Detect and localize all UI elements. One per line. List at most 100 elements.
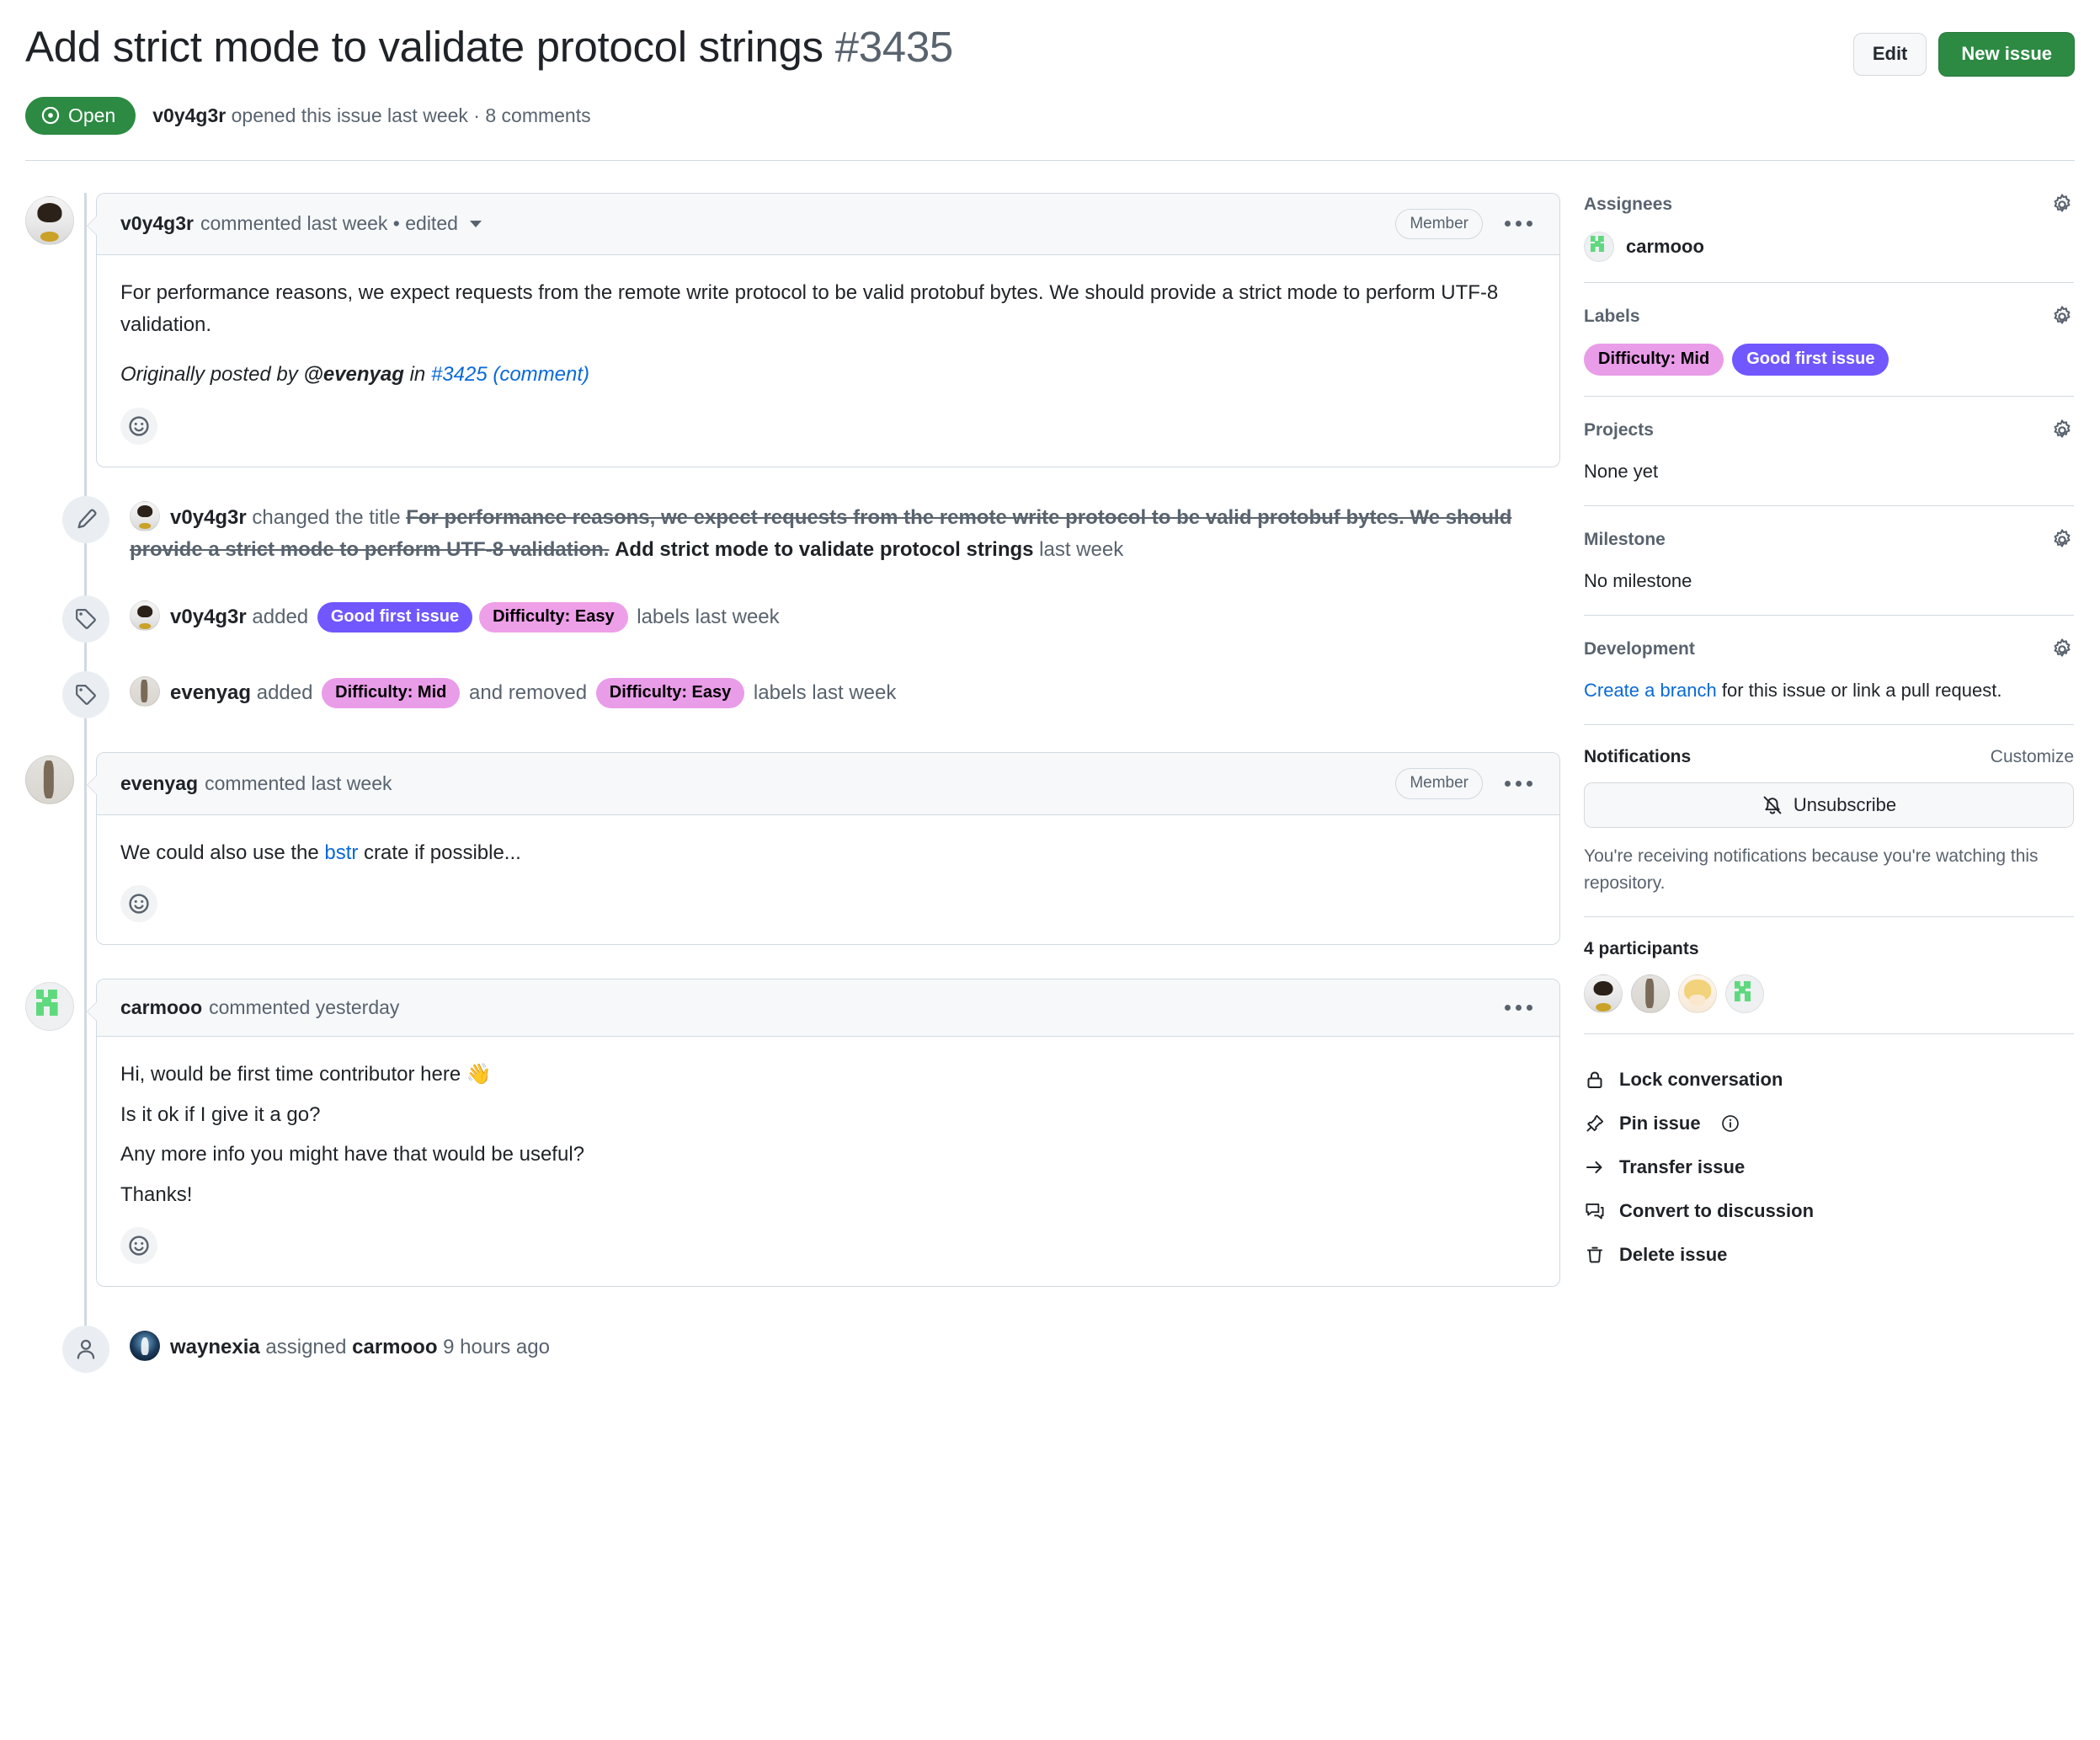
issue-title-text: Add strict mode to validate protocol str…	[25, 23, 823, 71]
comment-author[interactable]: evenyag	[120, 772, 198, 795]
gear-glyph	[2054, 528, 2071, 547]
label-chip[interactable]: Difficulty: Mid	[1584, 343, 1724, 376]
label-chip[interactable]: Difficulty: Easy	[595, 678, 745, 709]
sidebar-section-header: Projects	[1584, 419, 2074, 442]
participants-title: 4 participants	[1584, 939, 1699, 959]
header-buttons: Edit New issue	[1852, 20, 2075, 77]
label-chip[interactable]: Difficulty: Easy	[479, 602, 628, 633]
avatar[interactable]	[130, 500, 160, 531]
comment-menu-icon[interactable]	[1501, 776, 1536, 792]
trash-glyph	[1586, 1247, 1603, 1263]
avatar[interactable]	[130, 676, 160, 707]
delete-issue-action[interactable]: Delete issue	[1584, 1233, 2074, 1277]
avatar[interactable]	[130, 600, 160, 632]
label-chip[interactable]: Good first issue	[317, 602, 473, 633]
lock-conversation-action[interactable]: Lock conversation	[1584, 1058, 2074, 1102]
create-branch-link[interactable]: Create a branch	[1584, 680, 1717, 701]
origin-user[interactable]: @evenyag	[303, 363, 403, 386]
avatar[interactable]	[1631, 974, 1670, 1014]
avatar[interactable]	[1584, 974, 1623, 1014]
comment-box: carmooo commented yesterday Hi, would be…	[87, 979, 1560, 1288]
event-verb-added: added	[251, 681, 319, 705]
event-actor[interactable]: waynexia	[170, 1336, 260, 1358]
discussion-glyph	[1586, 1204, 1604, 1220]
comment-author[interactable]: carmooo	[120, 996, 202, 1019]
event-time: labels last week	[631, 606, 780, 629]
customize-link[interactable]: Customize	[1991, 747, 2074, 767]
event-target[interactable]: carmooo	[352, 1336, 437, 1358]
event-actor[interactable]: v0y4g3r	[170, 506, 247, 529]
status-badge: Open	[25, 96, 136, 135]
bstr-link[interactable]: bstr	[324, 841, 358, 864]
comment-header: carmooo commented yesterday	[97, 979, 1559, 1038]
comment-header: v0y4g3r commented last week • edited Mem…	[97, 193, 1559, 256]
transfer-issue-action[interactable]: Transfer issue	[1584, 1145, 2074, 1189]
avatar[interactable]	[25, 755, 74, 805]
event-verb: assigned	[259, 1336, 353, 1359]
new-issue-button[interactable]: New issue	[1938, 32, 2075, 77]
comment-line: Hi, would be first time contributor here…	[120, 1063, 492, 1086]
notifications-title: Notifications	[1584, 746, 1692, 766]
unsubscribe-button[interactable]: Unsubscribe	[1584, 782, 2074, 828]
label-chip[interactable]: Difficulty: Mid	[322, 678, 461, 709]
event-time: labels last week	[748, 681, 897, 705]
comment-actions: Member	[1395, 208, 1536, 240]
comment-menu-icon[interactable]	[1501, 1000, 1536, 1016]
assignee-item[interactable]: carmooo	[1584, 231, 2074, 262]
comment-line: Is it ok if I give it a go?	[120, 1102, 321, 1126]
edit-button[interactable]: Edit	[1852, 33, 1927, 76]
milestone-title: Milestone	[1584, 529, 1666, 549]
add-reaction-button[interactable]	[120, 407, 157, 445]
sidebar-actions: Lock conversation Pin issue Transfer iss…	[1584, 1034, 2074, 1277]
avatar[interactable]	[25, 982, 74, 1032]
timeline: v0y4g3r commented last week • edited Mem…	[25, 192, 1560, 1374]
gear-icon[interactable]	[2050, 305, 2074, 328]
development-rest: for this issue or link a pull request.	[1716, 679, 2002, 701]
pin-icon	[1584, 1113, 1606, 1134]
origin-link[interactable]: #3425 (comment)	[431, 363, 589, 386]
avatar[interactable]	[130, 1331, 160, 1362]
comment-author[interactable]: v0y4g3r	[120, 212, 194, 235]
lock-glyph	[1587, 1071, 1602, 1089]
avatar[interactable]	[25, 195, 74, 245]
add-reaction-button[interactable]	[120, 1227, 157, 1265]
event-actor[interactable]: v0y4g3r	[170, 606, 247, 628]
comment-item: v0y4g3r commented last week • edited Mem…	[25, 192, 1560, 467]
comment-actions	[1501, 1000, 1536, 1016]
info-icon[interactable]	[1721, 1114, 1740, 1133]
issue-sidebar: Assignees carmooo Labels Difficulty: Mid…	[1560, 161, 2074, 1402]
arrow-right-icon	[1584, 1157, 1606, 1177]
sidebar-section-header: Milestone	[1584, 528, 2074, 552]
add-reaction-button[interactable]	[120, 885, 157, 923]
issue-header: Add strict mode to validate protocol str…	[0, 0, 2100, 135]
comment-header: evenyag commented last week Member	[97, 753, 1559, 816]
pin-issue-action[interactable]: Pin issue	[1584, 1102, 2074, 1145]
sidebar-section-milestone: Milestone No milestone	[1584, 506, 2074, 616]
comment-menu-icon[interactable]	[1501, 216, 1536, 232]
pin-glyph	[1586, 1115, 1604, 1132]
trash-icon	[1584, 1245, 1606, 1265]
lock-conversation-label: Lock conversation	[1619, 1069, 1783, 1091]
comment-item: evenyag commented last week Member We co…	[25, 752, 1560, 946]
lock-icon	[1584, 1070, 1606, 1090]
chevron-down-icon[interactable]	[469, 220, 482, 227]
pin-issue-label: Pin issue	[1619, 1113, 1701, 1134]
issue-body: v0y4g3r commented last week • edited Mem…	[0, 161, 2100, 1402]
event-actor[interactable]: evenyag	[170, 681, 251, 704]
comment-box: evenyag commented last week Member We co…	[87, 752, 1560, 946]
gear-icon[interactable]	[2050, 419, 2074, 442]
convert-to-discussion-action[interactable]: Convert to discussion	[1584, 1189, 2074, 1233]
status-badge-label: Open	[68, 104, 116, 126]
avatar[interactable]	[1678, 974, 1717, 1014]
avatar[interactable]	[1725, 974, 1764, 1014]
comment-line: Any more info you might have that would …	[120, 1143, 584, 1166]
gear-icon[interactable]	[2050, 193, 2074, 216]
label-chip[interactable]: Good first issue	[1732, 343, 1889, 376]
gear-icon[interactable]	[2050, 638, 2074, 661]
issue-author[interactable]: v0y4g3r	[152, 104, 226, 126]
gear-icon[interactable]	[2050, 528, 2074, 552]
bell-slash-icon	[1763, 796, 1782, 814]
timeline-event-labels-swapped: evenyag added Difficulty: Mid and remove…	[25, 671, 1560, 719]
tag-icon	[62, 595, 109, 643]
new-title: Add strict mode to validate protocol str…	[615, 538, 1034, 562]
